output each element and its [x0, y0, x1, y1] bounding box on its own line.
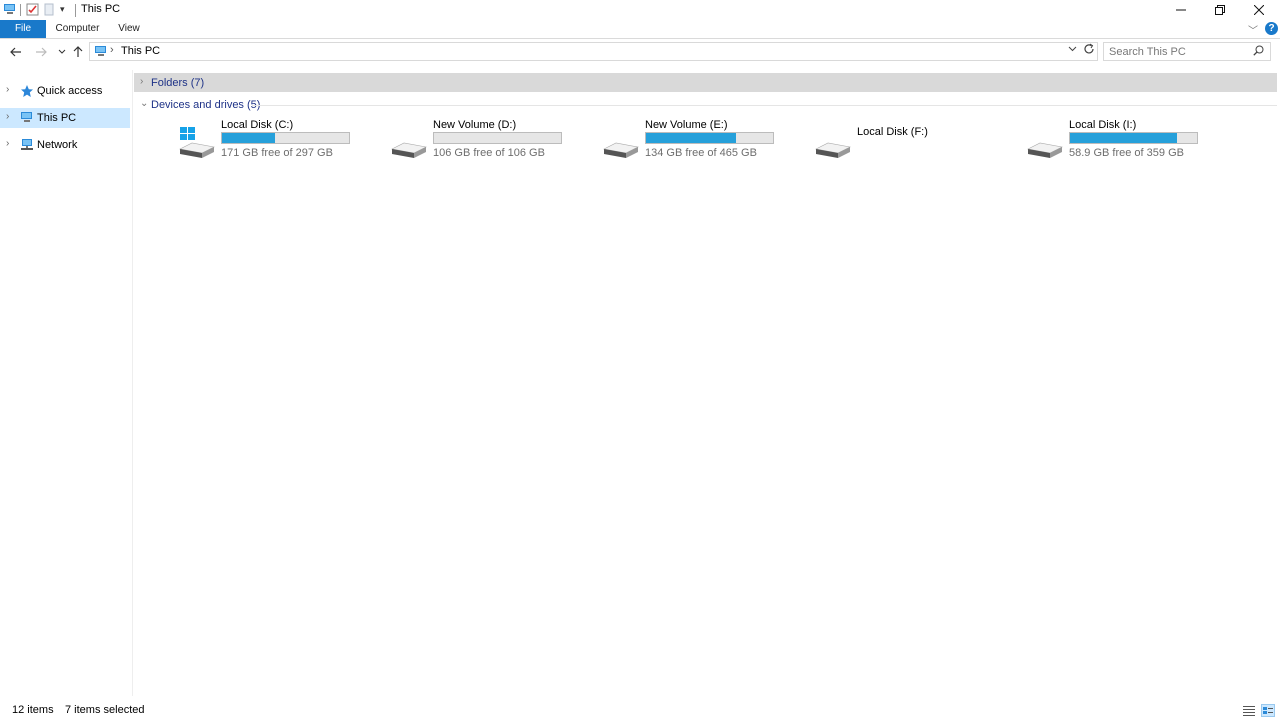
new-folder-icon[interactable]: [44, 3, 54, 19]
refresh-icon: [1084, 43, 1094, 54]
group-header-folders[interactable]: › Folders (7): [134, 73, 1277, 92]
drive-name: Local Disk (I:): [1069, 119, 1137, 131]
computer-icon[interactable]: [3, 3, 17, 18]
nav-item-this-pc[interactable]: › This PC: [0, 108, 130, 128]
details-view-icon: [1243, 706, 1255, 716]
drive-name: Local Disk (C:): [221, 119, 294, 131]
recent-locations-button[interactable]: [54, 43, 70, 61]
drive-usage-bar: [433, 132, 562, 144]
address-row: › This PC: [0, 39, 1280, 65]
drive-usage-bar: [221, 132, 350, 144]
drive-usage-bar: [645, 132, 774, 144]
close-icon: [1254, 5, 1264, 15]
drive-icon: [602, 127, 640, 162]
selection-count: 7 items selected: [65, 704, 145, 716]
drive-icon: [390, 127, 428, 162]
restore-icon: [1215, 5, 1225, 15]
drive-usage-fill: [222, 133, 276, 143]
group-title: Folders (7): [151, 77, 205, 89]
status-bar: 12 items 7 items selected: [0, 702, 1280, 720]
details-view-button[interactable]: [1242, 704, 1256, 717]
nav-item-label: This PC: [37, 112, 77, 124]
tiles-view-icon: [1263, 707, 1273, 714]
drive-icon: [1026, 127, 1064, 162]
star-icon: [20, 84, 34, 101]
item-count: 12 items: [12, 704, 54, 716]
drive-item-d[interactable]: New Volume (D:) 106 GB free of 106 GB: [390, 119, 590, 163]
up-button[interactable]: [70, 43, 86, 61]
tab-view[interactable]: View: [113, 20, 145, 38]
drive-free-space: 58.9 GB free of 359 GB: [1069, 147, 1184, 159]
breadcrumb[interactable]: This PC: [121, 45, 160, 57]
expand-ribbon-icon[interactable]: ﹀: [1248, 22, 1258, 37]
nav-item-label: Network: [37, 139, 78, 151]
drive-icon: [814, 127, 852, 162]
navigation-pane: › Quick access › This PC › Network: [0, 70, 133, 696]
drive-free-space: 106 GB free of 106 GB: [433, 147, 545, 159]
drive-usage-bar: [1069, 132, 1198, 144]
windows-drive-icon: [178, 127, 216, 162]
nav-item-network[interactable]: › Network: [0, 135, 130, 155]
tab-file[interactable]: File: [0, 20, 46, 38]
restore-button[interactable]: [1200, 0, 1240, 20]
search-icon[interactable]: [1253, 45, 1264, 59]
address-bar[interactable]: › This PC: [89, 42, 1098, 61]
chevron-right-icon[interactable]: ›: [6, 138, 9, 149]
divider: [20, 4, 21, 16]
drive-free-space: 171 GB free of 297 GB: [221, 147, 333, 159]
forward-button[interactable]: [33, 43, 49, 61]
chevron-right-icon[interactable]: ›: [6, 84, 9, 95]
back-button[interactable]: [8, 43, 24, 61]
nav-item-quick-access[interactable]: › Quick access: [0, 81, 130, 101]
drive-usage-fill: [1070, 133, 1177, 143]
properties-icon[interactable]: [26, 3, 39, 19]
drive-free-space: 134 GB free of 465 GB: [645, 147, 757, 159]
drive-name: New Volume (D:): [433, 119, 517, 131]
ribbon-tabs: File Computer View ﹀ ?: [0, 20, 1280, 39]
search-input[interactable]: [1109, 44, 1249, 60]
drive-item-i[interactable]: Local Disk (I:) 58.9 GB free of 359 GB: [1026, 119, 1226, 163]
divider: [75, 4, 76, 17]
address-dropdown-icon[interactable]: [1068, 44, 1077, 55]
drive-usage-fill: [646, 133, 737, 143]
chevron-right-icon[interactable]: ›: [6, 111, 9, 122]
refresh-button[interactable]: [1083, 43, 1095, 58]
search-box[interactable]: [1103, 42, 1271, 61]
drive-item-e[interactable]: New Volume (E:) 134 GB free of 465 GB: [602, 119, 802, 163]
chevron-down-icon[interactable]: ⌄: [140, 98, 148, 109]
window-title: This PC: [81, 3, 121, 15]
tiles-view-button[interactable]: [1261, 704, 1275, 717]
network-icon: [20, 138, 34, 154]
divider: [252, 105, 1277, 106]
group-title: Devices and drives (5): [151, 99, 261, 111]
forward-arrow-icon: [36, 47, 47, 57]
tab-computer[interactable]: Computer: [50, 20, 105, 38]
content-pane: › Folders (7) ⌄ Devices and drives (5) L…: [133, 70, 1280, 696]
customize-qat-icon[interactable]: ▾: [60, 4, 65, 15]
computer-icon: [20, 111, 34, 126]
back-arrow-icon: [10, 47, 21, 57]
chevron-right-icon[interactable]: ›: [140, 76, 143, 87]
drive-item-c[interactable]: Local Disk (C:) 171 GB free of 297 GB: [178, 119, 378, 163]
drive-item-f[interactable]: Local Disk (F:): [814, 119, 1014, 163]
drive-name: New Volume (E:): [645, 119, 728, 131]
title-bar: ▾ This PC: [0, 0, 1280, 20]
help-icon[interactable]: ?: [1265, 22, 1278, 35]
nav-item-label: Quick access: [37, 85, 103, 97]
computer-icon: [94, 45, 108, 60]
close-button[interactable]: [1239, 0, 1279, 20]
minimize-button[interactable]: [1161, 0, 1201, 20]
minimize-icon: [1176, 9, 1186, 11]
up-arrow-icon: [73, 46, 83, 57]
chevron-down-icon: [58, 49, 66, 54]
group-header-devices[interactable]: ⌄ Devices and drives (5): [134, 95, 1277, 114]
chevron-right-icon[interactable]: ›: [110, 44, 114, 56]
drive-name: Local Disk (F:): [857, 126, 928, 138]
